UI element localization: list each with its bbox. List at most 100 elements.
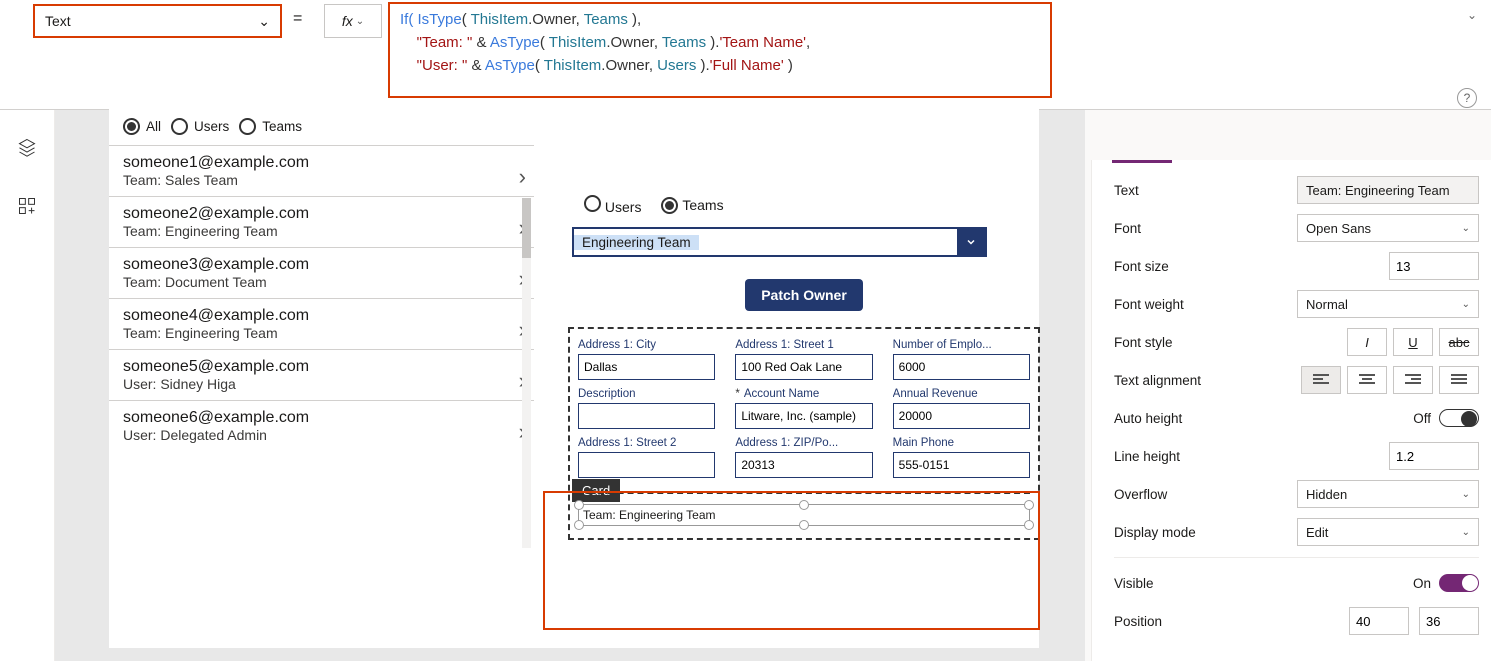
formula-bar-area: Text ⌄ = fx ⌄ If( IsType( ThisItem.Owner… — [0, 0, 1491, 110]
team-dropdown[interactable]: Engineering Team — [572, 227, 987, 257]
input-description[interactable] — [578, 403, 715, 429]
datacard-revenue: Annual Revenue — [893, 388, 1030, 429]
radio-icon — [123, 118, 140, 135]
property-selector-dropdown[interactable]: Text ⌄ — [33, 4, 282, 38]
selected-label-control[interactable]: Team: Engineering Team — [578, 504, 1030, 526]
datacard-street1: Address 1: Street 1 — [735, 339, 872, 380]
filter-users[interactable]: Users — [171, 118, 229, 135]
prop-label-align: Text alignment — [1114, 373, 1201, 388]
prop-label-weight: Font weight — [1114, 297, 1184, 312]
equals-label: = — [293, 10, 302, 28]
app-canvas: All Users Teams someone1@example.comTeam… — [109, 108, 1039, 648]
prop-fontsize-input[interactable] — [1389, 252, 1479, 280]
datacard-zip: Address 1: ZIP/Po... — [735, 437, 872, 478]
chevron-down-icon: ⌄ — [1462, 299, 1470, 310]
prop-label-overflow: Overflow — [1114, 487, 1167, 502]
gallery-item[interactable]: someone2@example.comTeam: Engineering Te… — [109, 196, 534, 247]
owner-radio-teams[interactable]: Teams — [661, 197, 723, 214]
prop-weight-dropdown[interactable]: Normal⌄ — [1297, 290, 1479, 318]
owner-type-radios: Users Teams — [564, 183, 1044, 227]
chevron-down-icon: ⌄ — [258, 13, 270, 30]
add-component-icon[interactable] — [17, 196, 37, 221]
gallery-accounts: All Users Teams someone1@example.comTeam… — [109, 108, 534, 451]
resize-handle[interactable] — [1024, 520, 1034, 530]
owner-radio-users[interactable]: Users — [584, 195, 641, 215]
gallery-item[interactable]: someone5@example.comUser: Sidney Higa› — [109, 349, 534, 400]
prop-label-displaymode: Display mode — [1114, 525, 1196, 540]
resize-handle[interactable] — [574, 520, 584, 530]
input-street2[interactable] — [578, 452, 715, 478]
gallery-scrollbar[interactable] — [522, 198, 531, 548]
help-icon[interactable]: ? — [1457, 88, 1477, 108]
gallery-item-title: someone3@example.com — [123, 256, 520, 274]
input-street1[interactable] — [735, 354, 872, 380]
align-right-button[interactable] — [1393, 366, 1433, 394]
scrollbar-thumb[interactable] — [522, 198, 531, 258]
gallery-item-subtitle: Team: Engineering Team — [123, 325, 520, 341]
align-center-button[interactable] — [1347, 366, 1387, 394]
prop-overflow-dropdown[interactable]: Hidden⌄ — [1297, 480, 1479, 508]
radio-icon — [661, 197, 678, 214]
align-justify-button[interactable] — [1439, 366, 1479, 394]
prop-lineheight-input[interactable] — [1389, 442, 1479, 470]
datacard-city: Address 1: City — [578, 339, 715, 380]
prop-label-style: Font style — [1114, 335, 1173, 350]
prop-position-y[interactable] — [1419, 607, 1479, 635]
input-city[interactable] — [578, 354, 715, 380]
gallery-item[interactable]: someone4@example.comTeam: Engineering Te… — [109, 298, 534, 349]
patch-owner-button[interactable]: Patch Owner — [745, 279, 863, 311]
gallery-item-subtitle: Team: Engineering Team — [123, 223, 520, 239]
properties-pane: Text Team: Engineering Team Font Open Sa… — [1091, 160, 1491, 661]
datacard-account-name: *Account Name — [735, 388, 872, 429]
resize-handle[interactable] — [799, 520, 809, 530]
chevron-down-icon: ⌄ — [1462, 223, 1470, 234]
prop-label-position: Position — [1114, 614, 1162, 629]
prop-label-fontsize: Font size — [1114, 259, 1169, 274]
gallery-item-subtitle: User: Delegated Admin — [123, 427, 520, 443]
filter-teams[interactable]: Teams — [239, 118, 302, 135]
gallery-item[interactable]: someone3@example.comTeam: Document Team› — [109, 247, 534, 298]
chevron-right-icon: › — [519, 164, 526, 190]
prop-position-x[interactable] — [1349, 607, 1409, 635]
radio-icon — [584, 195, 601, 212]
strike-button[interactable]: abc — [1439, 328, 1479, 356]
datacard-street2: Address 1: Street 2 — [578, 437, 715, 478]
gallery-item[interactable]: someone6@example.comUser: Delegated Admi… — [109, 400, 534, 451]
gallery-item[interactable]: someone1@example.comTeam: Sales Team› — [109, 145, 534, 196]
fx-button[interactable]: fx ⌄ — [324, 4, 382, 38]
underline-button[interactable]: U — [1393, 328, 1433, 356]
property-selector-value: Text — [45, 13, 71, 29]
visible-toggle[interactable] — [1439, 574, 1479, 592]
input-employees[interactable] — [893, 354, 1030, 380]
prop-label-lineheight: Line height — [1114, 449, 1180, 464]
gallery-item-subtitle: User: Sidney Higa — [123, 376, 520, 392]
layers-icon[interactable] — [17, 137, 37, 162]
gallery-filter-radios: All Users Teams — [109, 108, 534, 145]
input-revenue[interactable] — [893, 403, 1030, 429]
resize-handle[interactable] — [574, 500, 584, 510]
formula-editor[interactable]: If( IsType( ThisItem.Owner, Teams ), "Te… — [388, 2, 1052, 98]
autoheight-toggle[interactable] — [1439, 409, 1479, 427]
prop-text-value[interactable]: Team: Engineering Team — [1297, 176, 1479, 204]
prop-font-dropdown[interactable]: Open Sans⌄ — [1297, 214, 1479, 242]
input-account-name[interactable] — [735, 403, 872, 429]
prop-displaymode-dropdown[interactable]: Edit⌄ — [1297, 518, 1479, 546]
resize-handle[interactable] — [1024, 500, 1034, 510]
input-zip[interactable] — [735, 452, 872, 478]
datacard-employees: Number of Emplo... — [893, 339, 1030, 380]
gallery-item-subtitle: Team: Document Team — [123, 274, 520, 290]
chevron-down-icon: ⌄ — [1462, 527, 1470, 538]
gallery-item-title: someone5@example.com — [123, 358, 520, 376]
gallery-item-title: someone2@example.com — [123, 205, 520, 223]
input-phone[interactable] — [893, 452, 1030, 478]
left-nav-rail — [0, 60, 55, 661]
align-left-button[interactable] — [1301, 366, 1341, 394]
fx-label: fx — [342, 13, 353, 29]
italic-button[interactable]: I — [1347, 328, 1387, 356]
tab-indicator — [1112, 160, 1172, 163]
datacard-phone: Main Phone — [893, 437, 1030, 478]
selected-datacard[interactable]: Team: Engineering Team — [578, 492, 1030, 526]
expand-formula-icon[interactable]: ⌄ — [1467, 8, 1477, 22]
filter-all[interactable]: All — [123, 118, 161, 135]
resize-handle[interactable] — [799, 500, 809, 510]
